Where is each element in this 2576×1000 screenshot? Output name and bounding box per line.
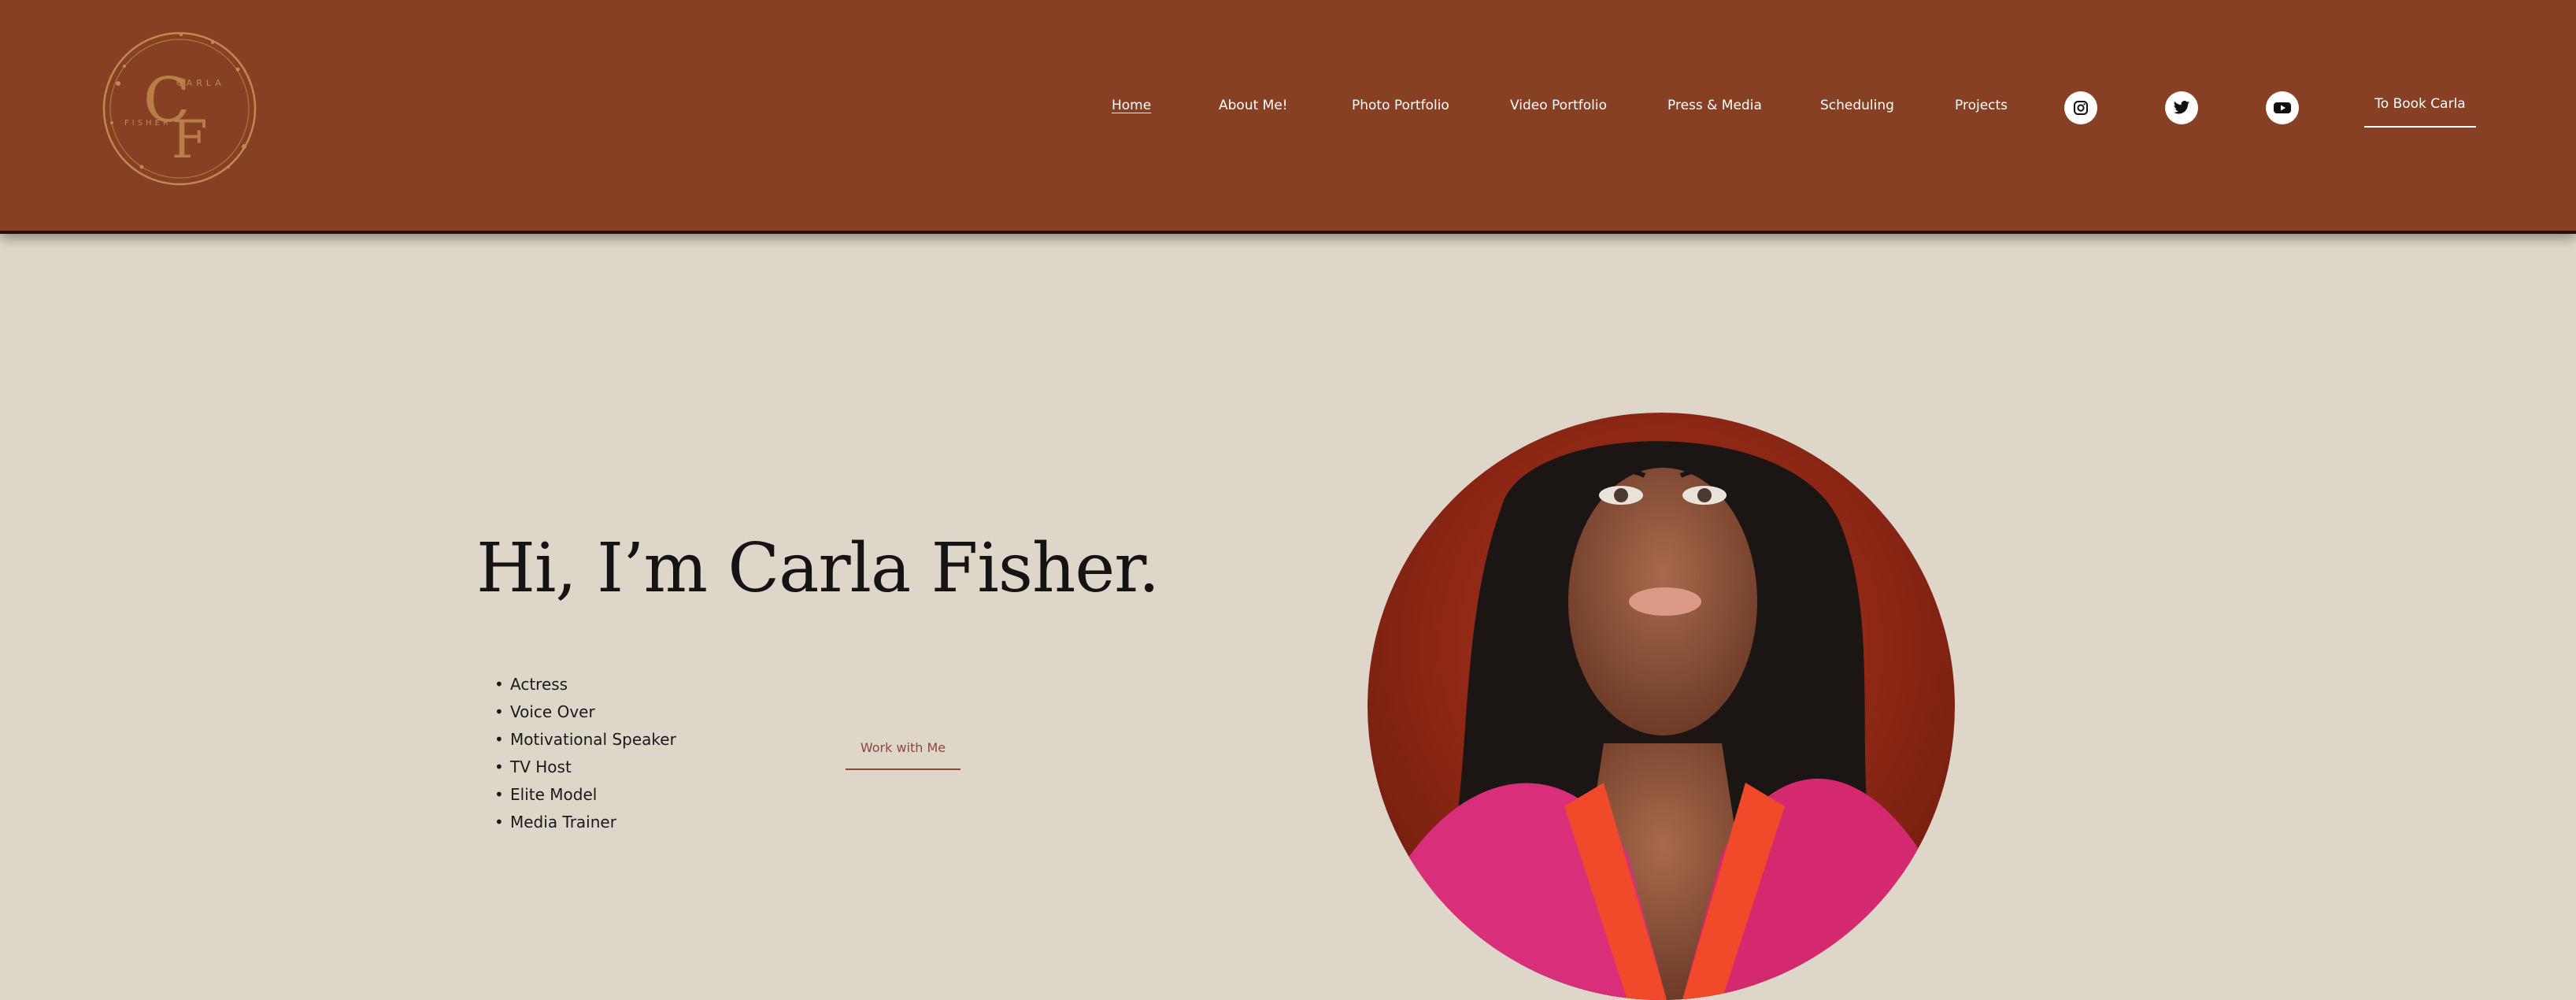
nav-about-me[interactable]: About Me! [1219, 98, 1288, 113]
logo-text-fisher: FISHER [124, 119, 172, 128]
nav-photo-portfolio[interactable]: Photo Portfolio [1352, 98, 1449, 113]
list-item: • Actress [494, 675, 568, 694]
carla-fisher-logo[interactable]: C F CARLA FISHER [94, 28, 264, 190]
list-item: • Motivational Speaker [494, 730, 676, 749]
portrait-photo [1368, 413, 1955, 1000]
youtube-link[interactable] [2266, 91, 2299, 124]
nav-press-media[interactable]: Press & Media [1667, 98, 1762, 113]
nav-home[interactable]: Home [1112, 98, 1151, 113]
instagram-link[interactable] [2064, 91, 2097, 124]
twitter-link[interactable] [2165, 91, 2198, 124]
svg-text:F: F [172, 109, 208, 170]
youtube-icon [2274, 102, 2291, 113]
roles-list: • Actress • Voice Over • Motivational Speak… [494, 671, 676, 836]
list-item: • TV Host [494, 757, 572, 776]
book-carla-button[interactable]: To Book Carla [2364, 96, 2476, 128]
instagram-icon [2074, 101, 2088, 115]
portrait-image [1368, 413, 1955, 1000]
list-item: • Voice Over [494, 702, 595, 721]
site-header: C F CARLA FISHER Home About Me! Photo Po… [0, 0, 2576, 234]
nav-video-portfolio[interactable]: Video Portfolio [1510, 98, 1607, 113]
nav-projects[interactable]: Projects [1955, 98, 2008, 113]
list-item: • Media Trainer [494, 813, 616, 831]
nav-scheduling[interactable]: Scheduling [1820, 98, 1894, 113]
hero-title: Hi, I’m Carla Fisher. [476, 529, 1160, 608]
list-item: • Elite Model [494, 785, 598, 804]
logo-text-carla: CARLA [176, 78, 225, 88]
logo-emblem-icon: C F [102, 31, 257, 186]
twitter-icon [2173, 100, 2190, 114]
work-with-me-button[interactable]: Work with Me [846, 740, 960, 770]
